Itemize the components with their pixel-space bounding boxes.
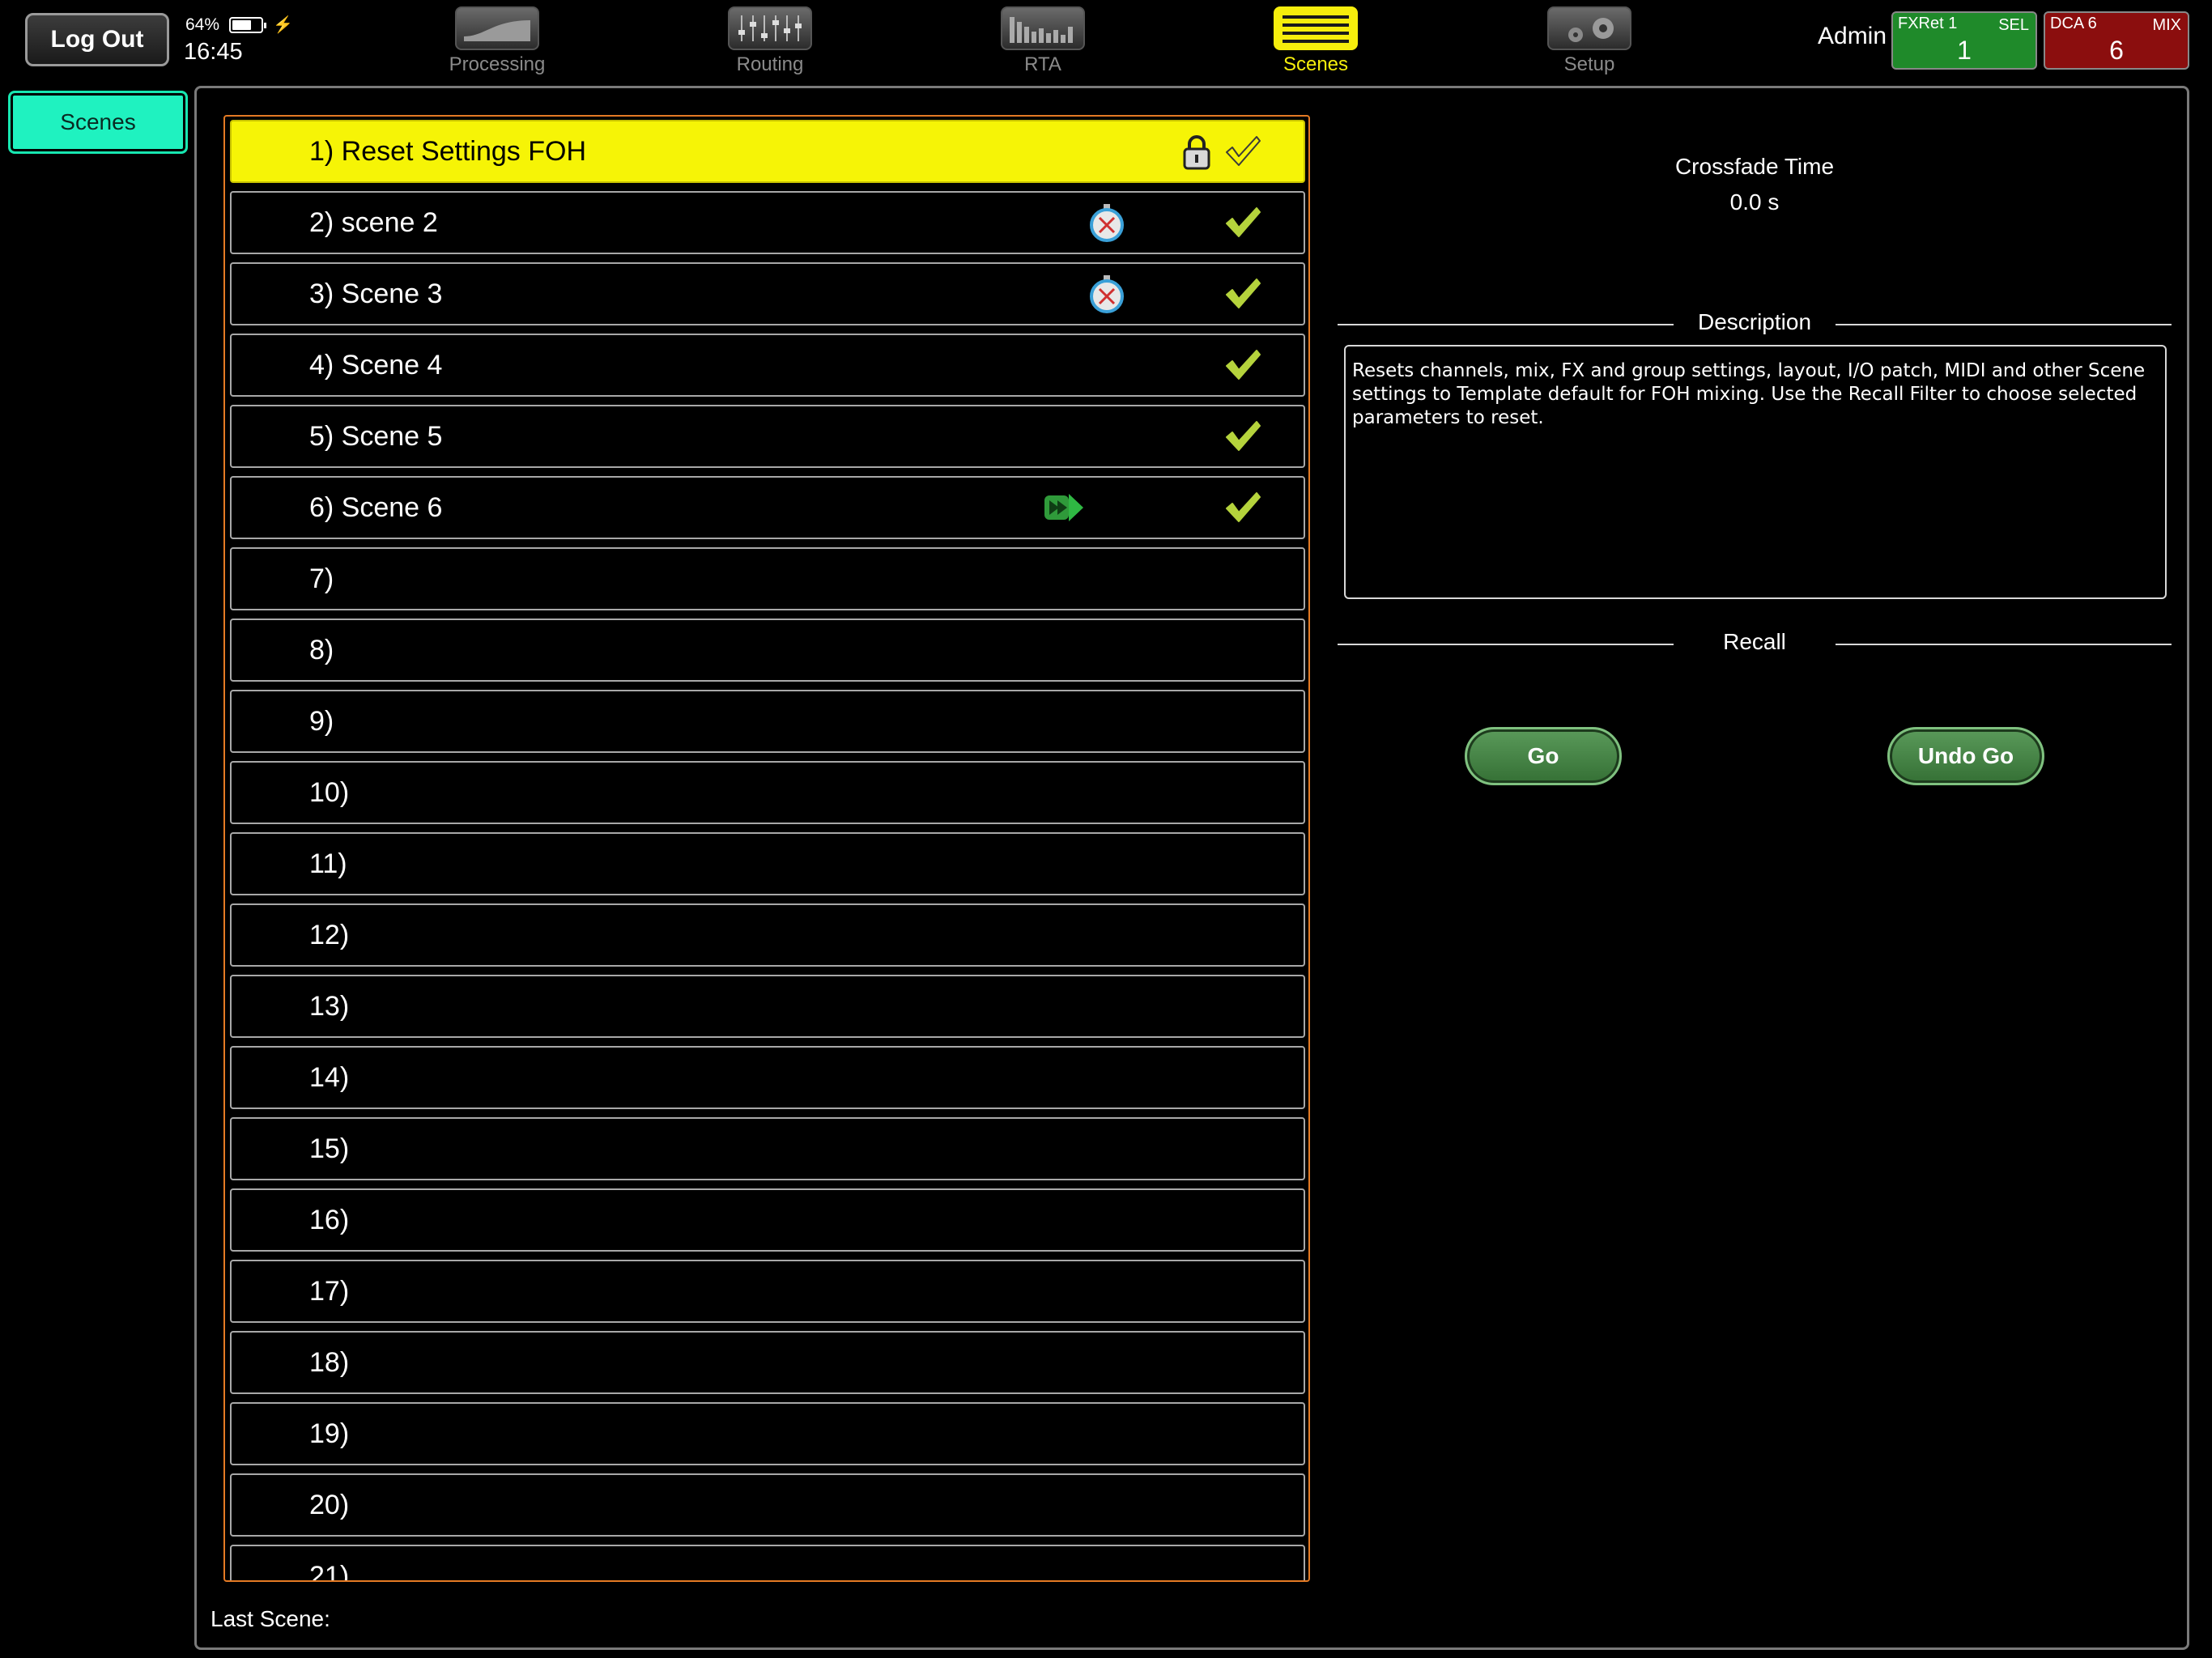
- scene-label: 18): [309, 1347, 350, 1378]
- scene-row[interactable]: 18): [230, 1331, 1305, 1394]
- description-textarea[interactable]: Resets channels, mix, FX and group setti…: [1344, 345, 2167, 599]
- scene-label: 19): [309, 1418, 350, 1449]
- go-button[interactable]: Go: [1465, 727, 1622, 785]
- scene-label: 13): [309, 991, 350, 1022]
- crossfade-timer-icon: [1087, 202, 1127, 243]
- crossfade-time-value[interactable]: 0.0 s: [1538, 189, 1971, 215]
- scene-label: 21): [309, 1561, 350, 1582]
- check-icon: [1224, 491, 1261, 525]
- battery-percent: 64%: [185, 15, 220, 34]
- dca-mix-box[interactable]: DCA 6 MIX 6: [2044, 11, 2189, 70]
- crossfade-timer-icon: [1087, 274, 1127, 314]
- setup-gears-icon: [1547, 6, 1631, 50]
- scene-row[interactable]: 11): [230, 832, 1305, 895]
- scene-row[interactable]: 13): [230, 975, 1305, 1038]
- status-box-value: 6: [2109, 36, 2124, 65]
- scene-row[interactable]: 9): [230, 690, 1305, 753]
- check-icon: [1224, 419, 1261, 453]
- scene-label: 7): [309, 563, 334, 594]
- tab-routing[interactable]: Routing: [701, 6, 839, 79]
- user-name: Admin: [1818, 23, 1887, 49]
- scene-row[interactable]: 10): [230, 761, 1305, 824]
- scene-row[interactable]: 8): [230, 619, 1305, 682]
- scene-label: 9): [309, 706, 334, 737]
- last-scene-label: Last Scene:: [211, 1606, 330, 1631]
- scene-row[interactable]: 14): [230, 1046, 1305, 1109]
- tab-rta[interactable]: RTA: [974, 6, 1112, 79]
- status-box-value: 1: [1957, 36, 1972, 65]
- scene-label: 14): [309, 1062, 350, 1093]
- scene-row[interactable]: 3) Scene 3: [230, 262, 1305, 325]
- undo-go-button[interactable]: Undo Go: [1887, 727, 2044, 785]
- tab-label: Scenes: [1283, 53, 1349, 75]
- tab-setup[interactable]: Setup: [1521, 6, 1658, 79]
- scene-row[interactable]: 5) Scene 5: [230, 405, 1305, 468]
- status-box-name: DCA 6: [2050, 15, 2097, 32]
- scene-label: 1) Reset Settings FOH: [309, 136, 587, 167]
- fast-forward-icon: [1043, 489, 1085, 526]
- sidebar-item-scenes[interactable]: Scenes: [8, 91, 188, 154]
- tab-label: RTA: [1024, 53, 1061, 75]
- scene-label: 2) scene 2: [309, 207, 438, 238]
- scene-label: 3) Scene 3: [309, 278, 443, 309]
- scene-row[interactable]: 19): [230, 1402, 1305, 1465]
- description-heading: Description: [1674, 309, 1836, 335]
- charging-bolt-icon: ⚡: [273, 16, 293, 34]
- scene-row[interactable]: 20): [230, 1473, 1305, 1537]
- scene-label: 16): [309, 1205, 350, 1235]
- scene-row[interactable]: 12): [230, 903, 1305, 967]
- check-icon: [1224, 277, 1261, 311]
- scene-label: 5) Scene 5: [309, 421, 443, 452]
- battery-status: 64% ⚡: [185, 15, 293, 35]
- scene-label: 17): [309, 1276, 350, 1307]
- scene-row[interactable]: 6) Scene 6: [230, 476, 1305, 539]
- scene-label: 6) Scene 6: [309, 492, 443, 523]
- status-box-tag: SEL: [1998, 16, 2029, 34]
- scene-label: 20): [309, 1490, 350, 1520]
- scene-label: 12): [309, 920, 350, 950]
- scene-list[interactable]: 1) Reset Settings FOH 2) scene 2 3) Scene …: [223, 115, 1310, 1582]
- status-box-name: FXRet 1: [1898, 15, 1958, 32]
- scene-row[interactable]: 15): [230, 1117, 1305, 1180]
- scene-label: 15): [309, 1133, 350, 1164]
- battery-icon: [229, 16, 267, 33]
- scene-row[interactable]: 17): [230, 1260, 1305, 1323]
- scene-row[interactable]: 4) Scene 4: [230, 334, 1305, 397]
- tab-scenes[interactable]: Scenes: [1247, 6, 1385, 79]
- check-icon: [1224, 206, 1261, 240]
- scene-row[interactable]: 16): [230, 1188, 1305, 1252]
- fx-return-select-box[interactable]: FXRet 1 SEL 1: [1891, 11, 2037, 70]
- scene-label: 10): [309, 777, 350, 808]
- scenes-list-icon: [1274, 6, 1358, 50]
- tab-label: Routing: [736, 53, 804, 75]
- lock-icon[interactable]: [1180, 134, 1213, 170]
- scene-row[interactable]: 1) Reset Settings FOH: [230, 120, 1305, 183]
- rta-bars-icon: [1001, 6, 1085, 50]
- crossfade-time-title: Crossfade Time: [1674, 154, 1835, 179]
- scene-row[interactable]: 2) scene 2: [230, 191, 1305, 254]
- processing-curve-icon: [455, 6, 539, 50]
- scene-row[interactable]: 7): [230, 547, 1305, 610]
- status-box-tag: MIX: [2152, 16, 2181, 34]
- clock: 16:45: [184, 39, 243, 65]
- scene-label: 8): [309, 635, 334, 665]
- check-icon: [1224, 348, 1261, 382]
- tab-label: Processing: [449, 53, 546, 75]
- scene-label: 11): [309, 848, 347, 879]
- tab-processing[interactable]: Processing: [428, 6, 566, 79]
- scene-label: 4) Scene 4: [309, 350, 443, 380]
- routing-faders-icon: [728, 6, 812, 50]
- tab-label: Setup: [1563, 53, 1615, 75]
- log-out-button[interactable]: Log Out: [25, 13, 169, 66]
- recall-heading: Recall: [1674, 629, 1836, 655]
- scene-row[interactable]: 21): [230, 1545, 1305, 1582]
- check-icon: [1224, 134, 1261, 168]
